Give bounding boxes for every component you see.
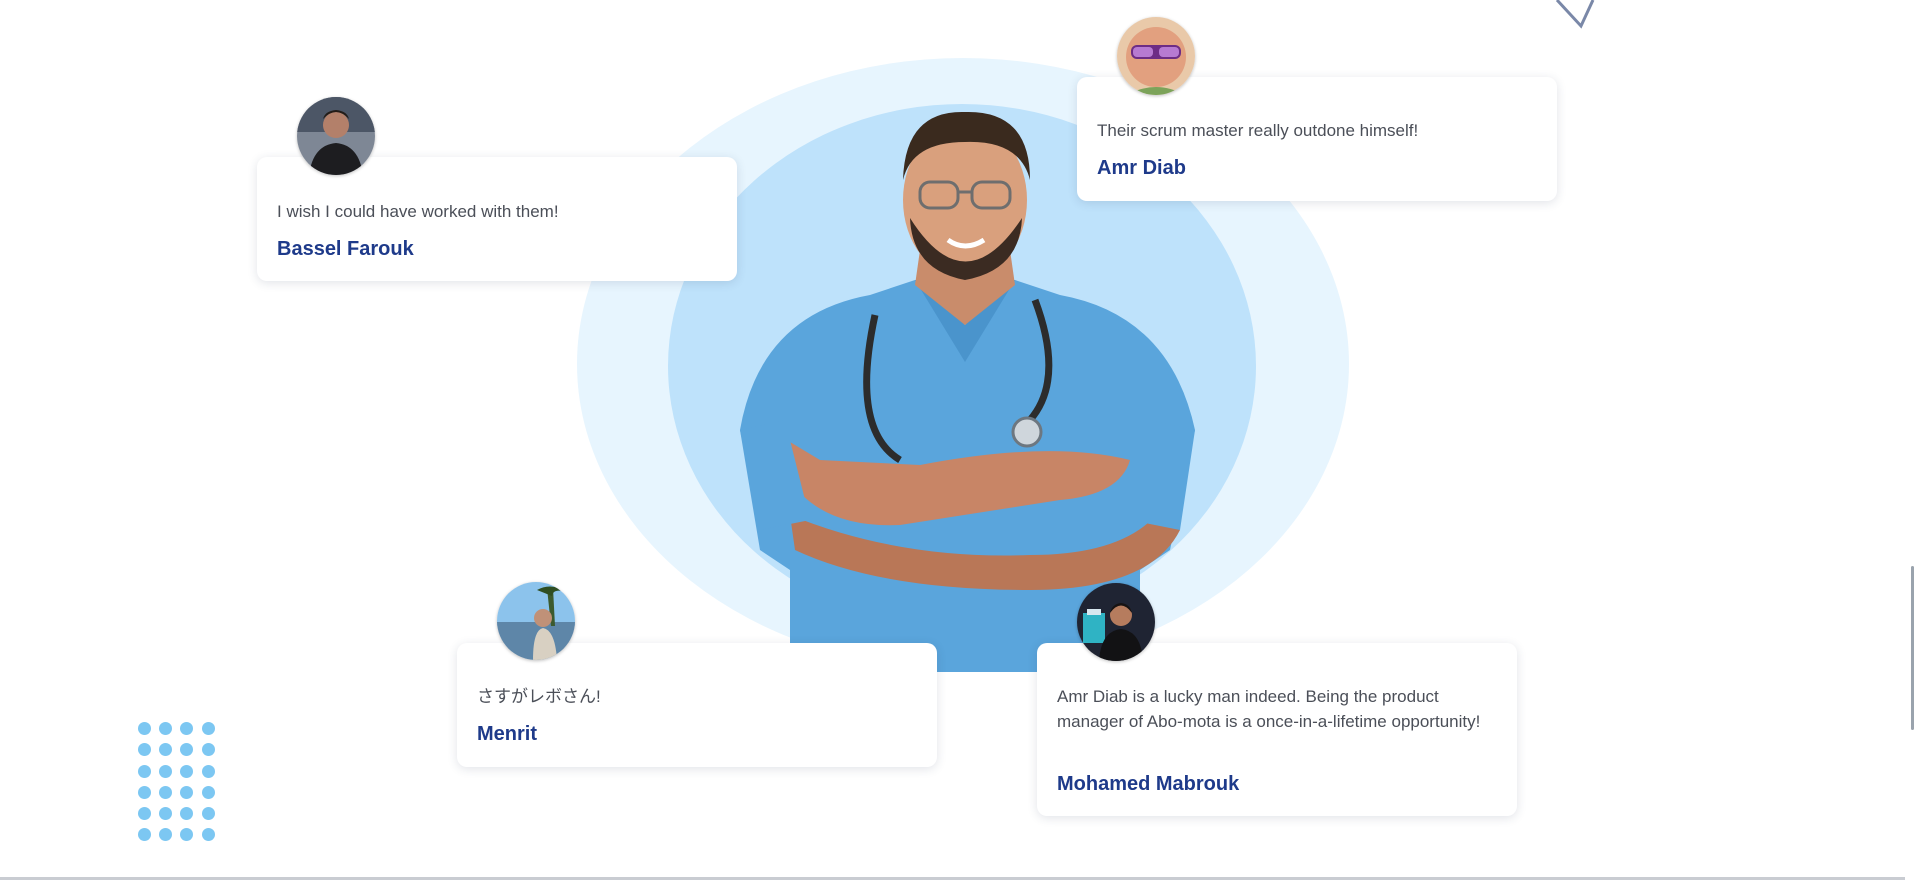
testimonial-quote: Amr Diab is a lucky man indeed. Being th…	[1057, 687, 1481, 731]
dot-grid-decoration	[138, 722, 218, 846]
avatar	[1077, 583, 1155, 661]
testimonial-card: I wish I could have worked with them! Ba…	[257, 157, 737, 281]
testimonial-quote: Their scrum master really outdone himsel…	[1097, 121, 1419, 140]
testimonial-quote: I wish I could have worked with them!	[277, 202, 559, 221]
testimonial-author: Bassel Farouk	[277, 238, 414, 260]
testimonial-author: Menrit	[477, 723, 537, 745]
testimonial-card: Their scrum master really outdone himsel…	[1077, 77, 1557, 201]
check-icon	[1555, 0, 1595, 29]
testimonial-author: Mohamed Mabrouk	[1057, 773, 1240, 795]
testimonial-card: さすがレボさん! Menrit	[457, 643, 937, 767]
testimonial-author: Amr Diab	[1097, 157, 1186, 179]
testimonials-section: I wish I could have worked with them! Ba…	[0, 0, 1917, 880]
scrollbar-thumb[interactable]	[1911, 566, 1914, 730]
testimonial-quote: さすがレボさん!	[477, 687, 601, 706]
avatar	[1117, 17, 1195, 95]
testimonial-card: Amr Diab is a lucky man indeed. Being th…	[1037, 643, 1517, 816]
avatar	[497, 582, 575, 660]
avatar	[297, 97, 375, 175]
scrollbar[interactable]	[1905, 0, 1917, 880]
